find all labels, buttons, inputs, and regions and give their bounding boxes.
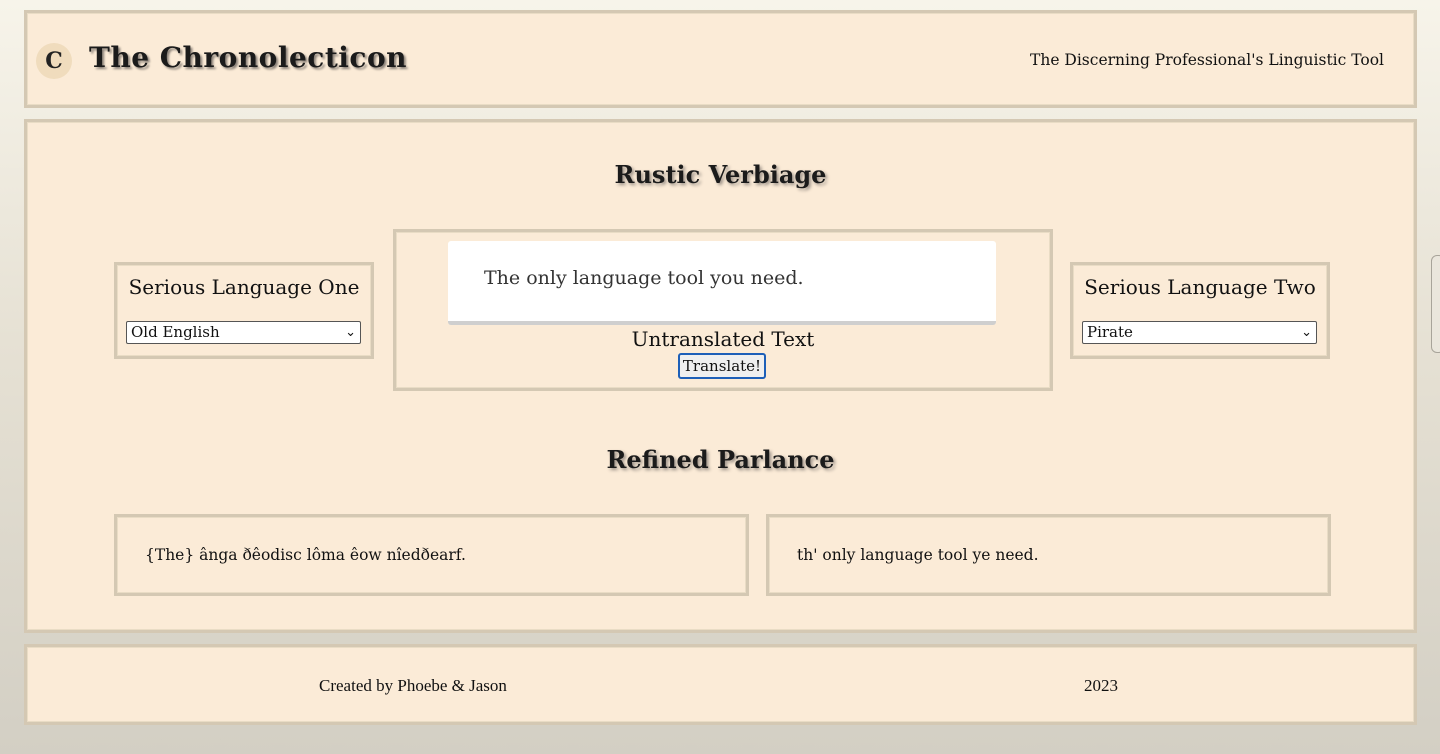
translator-panel: Rustic Verbiage Serious Language One Old… — [24, 119, 1417, 633]
language-two-box: Serious Language Two Pirate ⌄ — [1070, 262, 1330, 359]
year-text: 2023 — [1084, 676, 1118, 695]
chevron-down-icon: ⌄ — [345, 325, 356, 340]
language-one-box: Serious Language One Old English ⌄ — [114, 262, 374, 359]
rustic-heading: Rustic Verbiage — [614, 160, 827, 189]
edge-scroll-handle[interactable] — [1431, 255, 1440, 353]
untranslated-text-input[interactable]: The only language tool you need. — [448, 241, 996, 325]
output-one-text: {The} ânga ðêodisc lôma êow nîedðearf. — [145, 546, 466, 564]
tagline: The Discerning Professional's Linguistic… — [1030, 51, 1384, 69]
language-one-select[interactable]: Old English ⌄ — [126, 321, 361, 344]
site-footer: Created by Phoebe & Jason 2023 — [24, 644, 1417, 725]
site-header: C The Chronolecticon The Discerning Prof… — [24, 10, 1417, 108]
output-two-text: th' only language tool ye need. — [797, 546, 1039, 564]
refined-heading: Refined Parlance — [606, 445, 835, 474]
chevron-down-icon: ⌄ — [1301, 325, 1312, 340]
language-one-title: Serious Language One — [128, 275, 360, 299]
logo-icon: C — [36, 43, 72, 79]
untranslated-text-label: Untranslated Text — [631, 327, 815, 351]
language-two-select[interactable]: Pirate ⌄ — [1082, 321, 1317, 344]
language-two-selected: Pirate — [1087, 323, 1133, 341]
language-one-selected: Old English — [131, 323, 220, 341]
app-title: The Chronolecticon — [89, 41, 408, 74]
output-two-box: th' only language tool ye need. — [766, 514, 1331, 596]
output-one-box: {The} ânga ðêodisc lôma êow nîedðearf. — [114, 514, 749, 596]
input-box: The only language tool you need. Untrans… — [393, 229, 1053, 391]
language-two-title: Serious Language Two — [1084, 275, 1316, 299]
translate-button[interactable]: Translate! — [678, 353, 766, 379]
credits-text: Created by Phoebe & Jason — [319, 676, 507, 695]
logo-glyph: C — [45, 48, 63, 74]
